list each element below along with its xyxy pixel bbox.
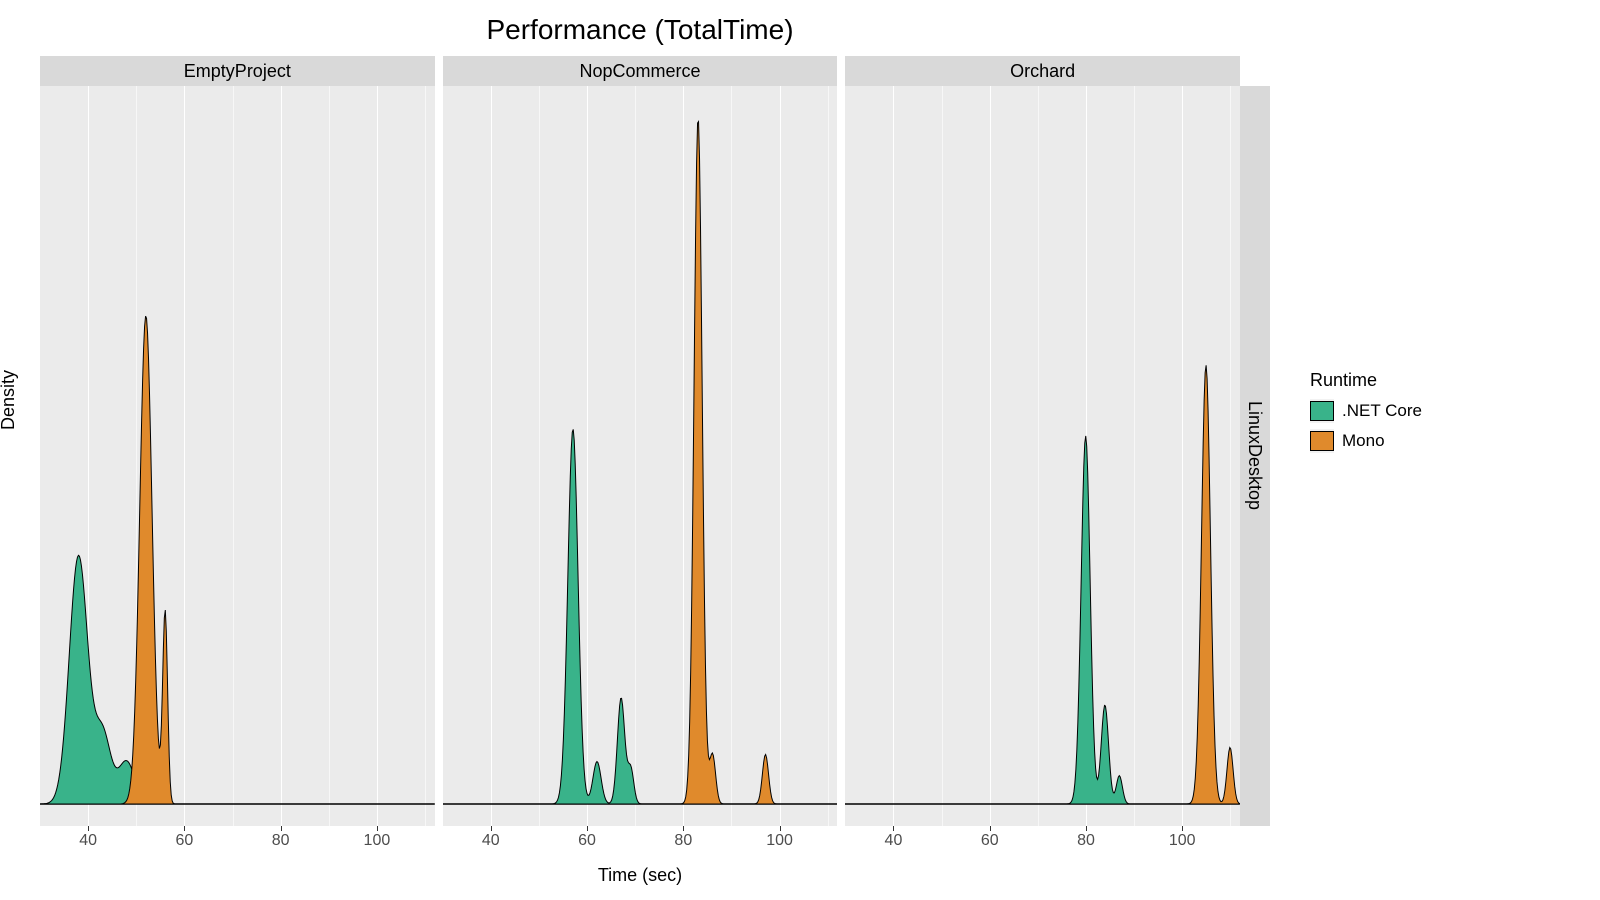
x-tick-label: 100	[1169, 832, 1196, 850]
x-tick-label: 80	[272, 832, 290, 850]
facet-strip: EmptyProject	[40, 56, 435, 86]
facet-strip: NopCommerce	[443, 56, 838, 86]
x-tick-label: 40	[885, 832, 903, 850]
x-axis-label: Time (sec)	[0, 865, 1280, 886]
density-area	[845, 436, 1240, 804]
legend-label: Mono	[1342, 431, 1385, 451]
facet-panel	[40, 86, 435, 826]
x-tick-label: 40	[79, 832, 97, 850]
legend-title: Runtime	[1310, 370, 1422, 391]
tick-mark	[88, 826, 89, 831]
facet-strip: Orchard	[845, 56, 1240, 86]
legend-item: .NET Core	[1310, 399, 1422, 423]
x-tick-label: 80	[674, 832, 692, 850]
x-tick-label: 60	[175, 832, 193, 850]
density-area	[443, 429, 838, 804]
density-svg	[40, 86, 435, 826]
density-area	[443, 122, 838, 804]
legend-item: Mono	[1310, 429, 1422, 453]
legend-label: .NET Core	[1342, 401, 1422, 421]
facet-panel	[845, 86, 1240, 826]
tick-mark	[1182, 826, 1183, 831]
density-svg	[845, 86, 1240, 826]
tick-mark	[893, 826, 894, 831]
legend-swatch	[1310, 429, 1334, 453]
tick-mark	[184, 826, 185, 831]
x-tick-label: 40	[482, 832, 500, 850]
tick-mark	[780, 826, 781, 831]
facet-row-strip: LinuxDesktop	[1240, 86, 1270, 826]
y-axis-label: Density	[0, 370, 19, 430]
x-tick-label: 100	[364, 832, 391, 850]
x-tick-label: 60	[578, 832, 596, 850]
x-tick-label: 80	[1077, 832, 1095, 850]
legend-swatch	[1310, 399, 1334, 423]
x-tick-label: 60	[981, 832, 999, 850]
facet-panel	[443, 86, 838, 826]
legend: Runtime .NET Core Mono	[1310, 370, 1422, 459]
chart-title: Performance (TotalTime)	[0, 14, 1280, 46]
density-svg	[443, 86, 838, 826]
tick-mark	[281, 826, 282, 831]
tick-mark	[491, 826, 492, 831]
density-area	[845, 365, 1240, 804]
density-area	[40, 555, 435, 804]
tick-mark	[990, 826, 991, 831]
tick-mark	[1086, 826, 1087, 831]
x-tick-label: 100	[766, 832, 793, 850]
tick-mark	[587, 826, 588, 831]
tick-mark	[683, 826, 684, 831]
tick-mark	[377, 826, 378, 831]
